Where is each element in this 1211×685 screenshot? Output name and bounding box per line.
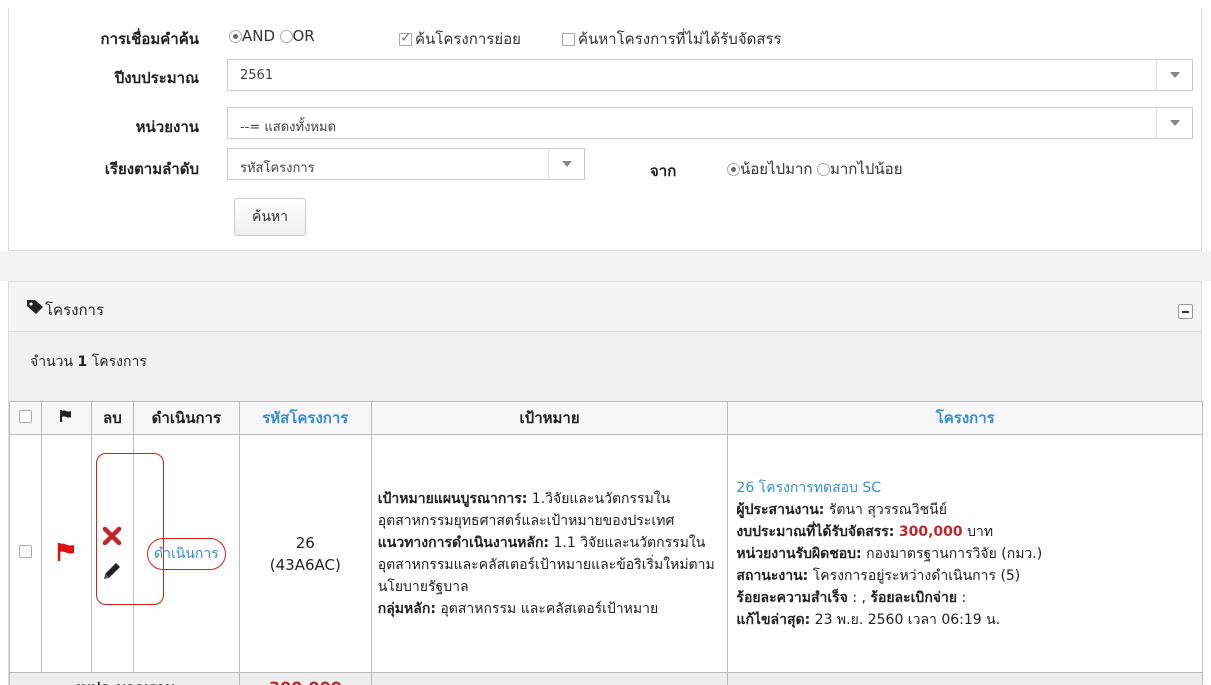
projects-panel: โครงการ จำนวน 1 โครงการ ลบ ดำเนินการ รหั…	[8, 281, 1203, 685]
desc-radio[interactable]	[816, 163, 830, 176]
code-column-header[interactable]: รหัสโครงการ	[238, 401, 372, 435]
join-options: AND OR	[229, 27, 315, 45]
budget-line: งบประมาณที่ได้รับจัดสรร: 300,000 บาท	[736, 521, 1194, 543]
goal-group-text: อุตสาหกรรม และคลัสเตอร์เป้าหมาย	[440, 600, 659, 617]
red-flag-icon[interactable]	[55, 541, 77, 563]
coordinator-label: ผู้ประสานงาน:	[736, 501, 825, 518]
disburse-label: ร้อยละเบิกจ่าย	[870, 589, 958, 606]
or-radio[interactable]	[279, 30, 293, 43]
status-value: โครงการอยู่ระหว่างดำเนินการ (5)	[812, 567, 1021, 584]
collapse-icon[interactable]	[1178, 304, 1193, 319]
project-count: จำนวน 1 โครงการ	[30, 351, 147, 373]
subproject-label: ค้นโครงการย่อย	[415, 30, 521, 48]
year-select[interactable]: 2561	[227, 59, 1193, 91]
sort-select-value: รหัสโครงการ	[240, 161, 315, 176]
desc-label: มากไปน้อย	[829, 160, 903, 178]
responsible-line: หน่วยงานรับผิดชอบ: กองมาตรฐานการวิจัย (ก…	[736, 543, 1194, 565]
project-name-link[interactable]: 26 โครงการทดสอบ SC	[736, 477, 1194, 499]
subproject-option[interactable]: ค้นโครงการย่อย	[399, 27, 521, 51]
chevron-down-icon[interactable]	[1156, 60, 1192, 90]
icon-highlight-frame	[96, 453, 164, 605]
projects-table: ลบ ดำเนินการ รหัสโครงการ เป้าหมาย โครงกา…	[9, 401, 1203, 685]
updated-line: แก้ไขล่าสุด: 23 พ.ย. 2560 เวลา 06:19 น.	[736, 609, 1194, 631]
sort-select[interactable]: รหัสโครงการ	[227, 148, 585, 180]
unallocated-option[interactable]: ค้นหาโครงการที่ไม่ได้รับจัดสรร	[562, 27, 782, 51]
chevron-down-icon[interactable]	[548, 149, 584, 179]
delete-column-header: ลบ	[90, 401, 134, 435]
goal-approach-label: แนวทางการดำเนินงานหลัก:	[377, 534, 550, 551]
chevron-down-icon[interactable]	[1156, 108, 1192, 138]
flag-column-header	[40, 401, 92, 435]
coordinator-line: ผู้ประสานงาน: รัตนา สุวรรณวิชนีย์	[736, 499, 1194, 521]
row-checkbox[interactable]	[18, 545, 32, 558]
row-flag-cell	[40, 434, 92, 673]
goal-column-header: เป้าหมาย	[370, 401, 729, 435]
disburse-sep: :	[961, 589, 967, 606]
or-label: OR	[292, 27, 315, 45]
goal-plan-label: เป้าหมายแผนบูรณาการ:	[377, 490, 528, 507]
coordinator-value: รัตนา สุวรรณวิชนีย์	[828, 501, 947, 518]
year-label: ปีงบประมาณ	[114, 69, 199, 87]
projects-panel-header: โครงการ	[9, 282, 1201, 332]
select-all-cell	[9, 401, 42, 435]
and-radio[interactable]	[229, 30, 242, 43]
search-form-panel: การเชื่อมคำค้น AND OR ค้นโครงการย่อย ค้น…	[8, 8, 1202, 251]
select-all-checkbox[interactable]	[18, 410, 32, 423]
and-label: AND	[242, 27, 276, 45]
unallocated-checkbox[interactable]	[562, 33, 575, 46]
year-select-value: 2561	[240, 68, 274, 83]
status-label: สถานะงาน:	[736, 567, 809, 584]
count-suffix: โครงการ	[91, 354, 147, 370]
budget-unit: บาท	[967, 523, 994, 540]
project-column-header[interactable]: โครงการ	[727, 401, 1203, 435]
count-prefix: จำนวน	[30, 354, 74, 370]
budget-label: งบประมาณที่ได้รับจัดสรร:	[736, 523, 895, 540]
asc-radio[interactable]	[727, 163, 740, 176]
goal-group-label: กลุ่มหลัก:	[377, 600, 436, 617]
panel-gap	[0, 251, 1211, 281]
action-column-header: ดำเนินการ	[132, 401, 240, 435]
code-ref: (43A6AC)	[269, 555, 341, 574]
total-label: งบประมาณรวม	[9, 672, 240, 685]
agency-select[interactable]: --= แสดงทั้งหมด	[227, 107, 1193, 139]
total-empty-cell	[370, 672, 729, 685]
table-header-row: ลบ ดำเนินการ รหัสโครงการ เป้าหมาย โครงกา…	[9, 401, 1203, 435]
asc-label: น้อยไปมาก	[740, 160, 813, 178]
flag-icon	[60, 410, 72, 422]
table-row: ดำเนินการ 26 (43A6AC) เป้าหมายแผนบูรณากา…	[9, 434, 1203, 673]
code-number: 26	[295, 533, 315, 552]
updated-value: 23 พ.ย. 2560 เวลา 06:19 น.	[814, 611, 1001, 628]
row-code-cell: 26 (43A6AC)	[238, 434, 372, 673]
responsible-value: กองมาตรฐานการวิจัย (กมว.)	[866, 545, 1043, 562]
search-button[interactable]: ค้นหา	[234, 198, 306, 236]
unallocated-label: ค้นหาโครงการที่ไม่ได้รับจัดสรร	[578, 30, 782, 48]
projects-panel-title: โครงการ	[45, 301, 105, 319]
subproject-checkbox[interactable]	[399, 30, 412, 46]
status-line: สถานะงาน: โครงการอยู่ระหว่างดำเนินการ (5…	[736, 565, 1194, 587]
order-options: น้อยไปมาก มากไปน้อย	[727, 157, 902, 181]
total-empty-cell	[727, 672, 1203, 685]
responsible-label: หน่วยงานรับผิดชอบ:	[736, 545, 862, 562]
count-value: 1	[77, 354, 88, 370]
join-label: การเชื่อมคำค้น	[100, 30, 199, 48]
from-label: จาก	[650, 162, 677, 180]
budget-value: 300,000	[898, 523, 963, 540]
progress-line: ร้อยละความสำเร็จ : , ร้อยละเบิกจ่าย :	[736, 587, 1194, 609]
tag-icon	[27, 300, 43, 314]
row-goal-cell: เป้าหมายแผนบูรณาการ: 1.วิจัยและนวัตกรรมใ…	[370, 434, 729, 673]
agency-label: หน่วยงาน	[135, 118, 199, 136]
sort-label: เรียงตามลำดับ	[104, 160, 199, 178]
total-row: งบประมาณรวม 300,000	[9, 672, 1203, 685]
agency-select-value: --= แสดงทั้งหมด	[240, 120, 337, 135]
progress-label: ร้อยละความสำเร็จ	[736, 589, 848, 606]
total-value: 300,000	[238, 672, 372, 685]
progress-sep: : ,	[852, 589, 866, 606]
row-checkbox-cell	[9, 434, 42, 673]
row-project-cell: 26 โครงการทดสอบ SC ผู้ประสานงาน: รัตนา ส…	[727, 434, 1203, 673]
updated-label: แก้ไขล่าสุด:	[736, 611, 811, 628]
